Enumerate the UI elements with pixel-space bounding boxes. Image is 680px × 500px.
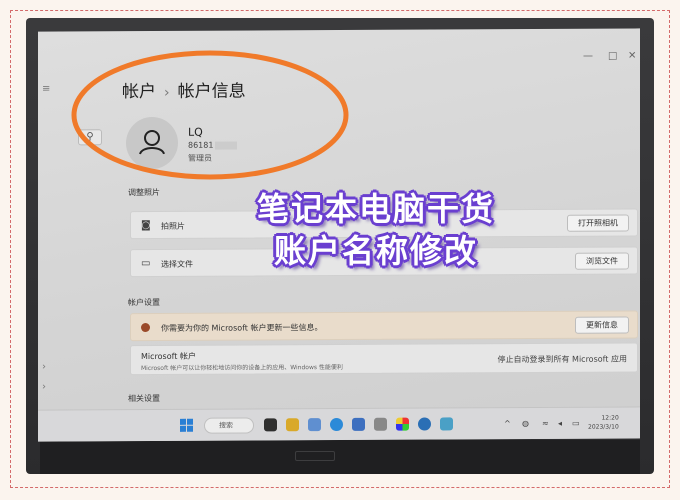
- laptop-bezel-bottom: [40, 440, 640, 474]
- app-icon[interactable]: [396, 417, 409, 431]
- app-icon[interactable]: [440, 417, 453, 431]
- close-icon[interactable]: ✕: [628, 50, 636, 61]
- overlay-title-line1: 笔记本电脑干货: [256, 190, 495, 228]
- app-icon[interactable]: [374, 417, 387, 431]
- battery-icon[interactable]: ▭: [572, 419, 580, 428]
- windows-start-icon[interactable]: [180, 418, 194, 433]
- ms-account-subtitle: Microsoft 帐户可以让你轻松地访问你的设备上的应用、Windows 性能…: [141, 363, 343, 373]
- maximize-icon[interactable]: □: [608, 51, 617, 62]
- section-heading-related: 相关设置: [128, 393, 160, 404]
- highlight-ellipse: [71, 50, 349, 180]
- laptop-logo: [295, 451, 335, 461]
- ms-account-title: Microsoft 帐户: [141, 351, 196, 362]
- minimize-icon[interactable]: —: [583, 51, 593, 62]
- stop-auto-signin-link[interactable]: 停止自动登录到所有 Microsoft 应用: [498, 353, 628, 365]
- taskbar-search[interactable]: 搜索: [204, 417, 254, 434]
- volume-icon[interactable]: ◂: [558, 419, 562, 428]
- microsoft-account-row: Microsoft 帐户 Microsoft 帐户可以让你轻松地访问你的设备上的…: [130, 342, 638, 376]
- nav-icon[interactable]: ›: [42, 382, 46, 393]
- task-view-icon[interactable]: [264, 418, 277, 432]
- wifi-icon[interactable]: ≈: [542, 419, 549, 428]
- tray-chevron-icon[interactable]: ^: [504, 419, 511, 428]
- warning-icon: [141, 322, 150, 333]
- edge-icon[interactable]: [330, 417, 343, 432]
- nav-icon[interactable]: ›: [42, 362, 46, 373]
- taskbar: ⚲ 搜索 ^ ◍ ≈ ◂ ▭ 12:20 2023/3/10: [38, 406, 640, 442]
- warning-row: 你需要为你的 Microsoft 帐户更新一些信息。 更新信息: [130, 310, 638, 342]
- browser-icon[interactable]: [418, 417, 431, 431]
- clock-time: 12:20: [601, 414, 619, 422]
- update-info-button[interactable]: 更新信息: [575, 316, 629, 334]
- back-icon[interactable]: ≡: [42, 84, 50, 95]
- warning-text: 你需要为你的 Microsoft 帐户更新一些信息。: [161, 323, 323, 333]
- taskbar-clock[interactable]: 12:20 2023/3/10: [588, 414, 619, 432]
- overlay-title-line2: 账户名称修改: [273, 232, 478, 270]
- clock-date: 2023/3/10: [588, 423, 619, 431]
- app-icon[interactable]: [308, 418, 321, 432]
- section-heading-account: 帐户设置: [128, 297, 160, 308]
- store-icon[interactable]: [352, 417, 365, 431]
- file-explorer-icon[interactable]: [286, 418, 299, 432]
- tray-icon[interactable]: ◍: [522, 419, 529, 428]
